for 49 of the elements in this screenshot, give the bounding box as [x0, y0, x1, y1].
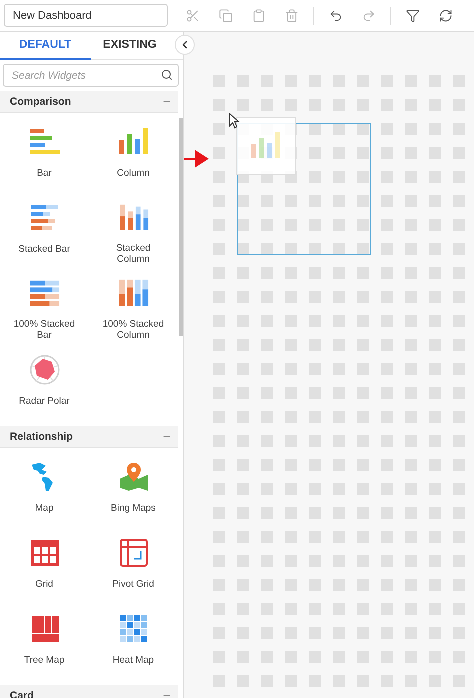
search-field[interactable]: Search Widgets: [3, 64, 179, 87]
section-title: Comparison: [10, 96, 72, 108]
widget-item[interactable]: Bing Maps: [89, 448, 178, 524]
widget-item[interactable]: Grid: [0, 524, 89, 600]
panel-tab[interactable]: EXISTING: [91, 32, 169, 60]
cursor-icon: [229, 113, 240, 129]
collapse-panel-button[interactable]: [175, 35, 195, 55]
widget-label: Map: [35, 503, 54, 514]
widget-item[interactable]: Tree Map: [0, 600, 89, 676]
widget-label: Bing Maps: [111, 503, 156, 514]
widget-label: Grid: [36, 579, 54, 590]
widget-label: Stacked Column: [115, 243, 152, 265]
widget-label: Radar Polar: [19, 396, 70, 407]
paste-icon: [252, 8, 266, 22]
radar-chart-icon: [28, 354, 62, 386]
widget-label: Bar: [37, 168, 52, 179]
widget-label: Column: [117, 168, 150, 179]
panel-tab[interactable]: DEFAULT: [0, 32, 91, 60]
section-header[interactable]: Comparison: [0, 91, 178, 113]
filter-icon: [406, 8, 420, 22]
widget-label: Pivot Grid: [112, 579, 154, 590]
widget-item[interactable]: Map: [0, 448, 89, 524]
trash-icon: [284, 8, 298, 22]
stacked-column-chart-icon: [116, 278, 150, 309]
widget-item[interactable]: Stacked Column: [89, 189, 178, 265]
copy-icon: [218, 8, 232, 22]
widget-label: 100% Stacked Column: [102, 319, 166, 341]
scrollbar-thumb[interactable]: [179, 118, 183, 336]
widget-item[interactable]: Radar Polar: [0, 341, 89, 417]
section-title: Relationship: [10, 430, 74, 442]
cut-icon: [186, 8, 200, 22]
widget-item[interactable]: Stacked Bar: [0, 189, 89, 265]
section-header[interactable]: Relationship: [0, 426, 178, 448]
redo-icon: [362, 8, 376, 22]
dashboard-title-field[interactable]: New Dashboard: [4, 4, 168, 27]
widget-item[interactable]: Heat Map: [89, 600, 178, 676]
widget-item[interactable]: Pivot Grid: [89, 524, 178, 600]
stacked-bar-chart-icon: [28, 278, 62, 309]
refresh-icon: [438, 8, 452, 22]
widget-item[interactable]: Column: [89, 113, 178, 189]
widget-label: Stacked Bar: [18, 244, 70, 255]
widget-label: Heat Map: [112, 655, 154, 666]
widget-item[interactable]: 100% Stacked Column: [89, 265, 178, 341]
widget-label: Tree Map: [24, 655, 65, 666]
widget-item[interactable]: 100% Stacked Bar: [0, 265, 89, 341]
undo-icon: [328, 8, 342, 22]
search-icon: [161, 69, 173, 81]
widget-item[interactable]: Bar: [0, 113, 89, 189]
widget-label: 100% Stacked Bar: [12, 319, 76, 341]
